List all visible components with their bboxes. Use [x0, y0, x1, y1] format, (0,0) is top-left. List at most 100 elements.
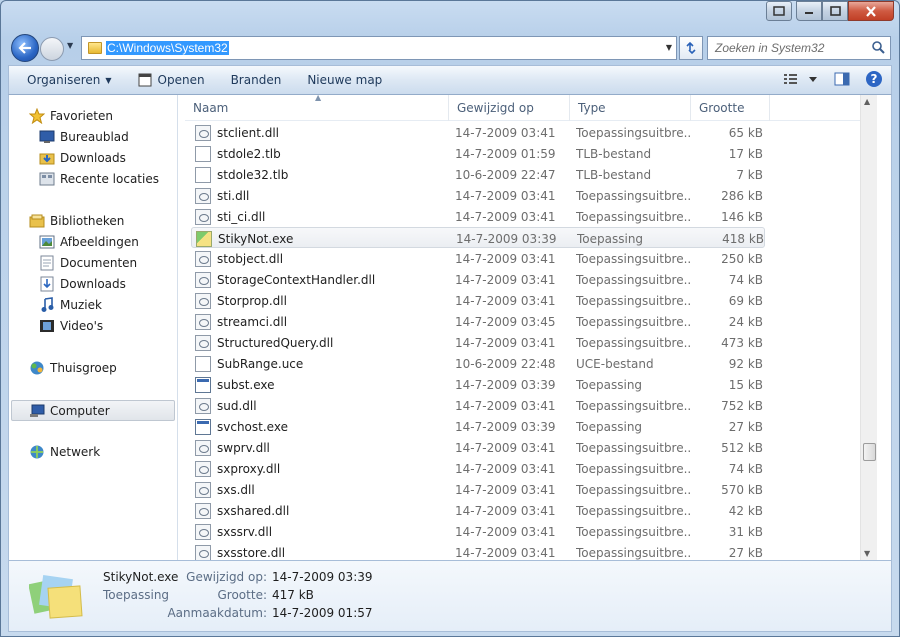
change-view-button[interactable]: [783, 70, 819, 88]
sidebar-network[interactable]: Netwerk: [29, 441, 100, 462]
refresh-button[interactable]: [679, 36, 703, 60]
column-size[interactable]: Grootte: [691, 95, 770, 121]
file-modified: 14-7-2009 03:41: [455, 524, 556, 539]
application-icon: [195, 376, 211, 393]
file-row[interactable]: stdole32.tlb 10-6-2009 22:47 TLB-bestand 7 …: [191, 164, 765, 185]
file-row[interactable]: StikyNot.exe 14-7-2009 03:39 Toepassing 418…: [191, 227, 765, 248]
file-row[interactable]: sti_ci.dll 14-7-2009 03:41 Toepassingsuitb…: [191, 206, 765, 227]
new-folder-button[interactable]: Nieuwe map: [294, 66, 395, 94]
maximize-button[interactable]: [822, 1, 848, 21]
file-row[interactable]: sxshared.dll 14-7-2009 03:41 Toepassingsui…: [191, 500, 765, 521]
sidebar-favorites[interactable]: Favorieten: [29, 105, 113, 126]
sidebar-item-videos[interactable]: Video's: [39, 315, 103, 336]
file-type: Toepassingsuitbre...: [576, 125, 690, 140]
file-row[interactable]: sxproxy.dll 14-7-2009 03:41 Toepassingsuit…: [191, 458, 765, 479]
file-name: StorageContextHandler.dll: [217, 272, 376, 287]
file-row[interactable]: StorageContextHandler.dll 14-7-2009 03:41…: [191, 269, 765, 290]
file-row[interactable]: SubRange.uce 10-6-2009 22:48 UCE-bestand 92…: [191, 353, 765, 374]
dll-file-icon: [195, 292, 211, 309]
sidebar-item-pictures[interactable]: Afbeeldingen: [39, 231, 139, 252]
file-row[interactable]: sud.dll 14-7-2009 03:41 Toepassingsuitbre.…: [191, 395, 765, 416]
file-list: Naam ▲ Gewijzigd op Type Grootte stclien…: [185, 95, 877, 560]
file-size: 752 kB: [721, 398, 763, 413]
file-size: 7 kB: [736, 167, 763, 182]
help-icon: ?: [866, 71, 882, 87]
address-path[interactable]: C:\Windows\System32: [106, 41, 229, 55]
column-modified[interactable]: Gewijzigd op: [449, 95, 570, 121]
chevron-down-icon: ▼: [105, 75, 112, 85]
file-row[interactable]: streamci.dll 14-7-2009 03:45 Toepassingsui…: [191, 311, 765, 332]
sidebar-libraries[interactable]: Bibliotheken: [29, 210, 124, 231]
application-icon: [195, 418, 211, 435]
sidebar-item-documents[interactable]: Documenten: [39, 252, 137, 273]
window-switch-button[interactable]: [766, 1, 792, 21]
search-input[interactable]: Zoeken in System32: [707, 36, 891, 60]
sidebar-item-recent-places[interactable]: Recente locaties: [39, 168, 159, 189]
address-bar[interactable]: C:\Windows\System32 ▼: [81, 36, 677, 60]
minimize-button[interactable]: [796, 1, 822, 21]
address-history-dropdown[interactable]: ▼: [666, 43, 672, 52]
recent-pages-dropdown[interactable]: ▼: [67, 41, 77, 51]
open-button[interactable]: Openen: [125, 66, 218, 94]
file-row[interactable]: Storprop.dll 14-7-2009 03:41 Toepassingsui…: [191, 290, 765, 311]
column-name-label: Naam: [193, 101, 229, 115]
file-size: 74 kB: [728, 461, 763, 476]
file-name: sti.dll: [217, 188, 250, 203]
file-type: Toepassingsuitbre...: [576, 293, 690, 308]
column-type[interactable]: Type: [570, 95, 691, 121]
scroll-thumb[interactable]: [863, 443, 876, 461]
file-row[interactable]: swprv.dll 14-7-2009 03:41 Toepassingsuitbr…: [191, 437, 765, 458]
file-row[interactable]: stdole2.tlb 14-7-2009 01:59 TLB-bestand 17 …: [191, 143, 765, 164]
file-row[interactable]: subst.exe 14-7-2009 03:39 Toepassing 15 kB: [191, 374, 765, 395]
file-modified: 14-7-2009 03:39: [456, 231, 557, 246]
file-modified: 14-7-2009 03:41: [455, 482, 556, 497]
file-row[interactable]: sxs.dll 14-7-2009 03:41 Toepassingsuitbre.…: [191, 479, 765, 500]
close-button[interactable]: [848, 1, 894, 21]
forward-button[interactable]: [40, 37, 64, 61]
documents-icon: [39, 255, 55, 271]
file-type: TLB-bestand: [576, 167, 652, 182]
sidebar-homegroup[interactable]: Thuisgroep: [29, 357, 117, 378]
sidebar-item-label: Documenten: [60, 255, 138, 270]
sidebar-item-desktop[interactable]: Bureaublad: [39, 126, 129, 147]
scroll-down-icon[interactable]: ▼: [864, 549, 870, 558]
file-type: Toepassingsuitbre...: [576, 503, 690, 518]
sidebar-item-downloads[interactable]: Downloads: [39, 147, 126, 168]
scroll-up-icon[interactable]: ▲: [864, 97, 870, 106]
sidebar-computer[interactable]: Computer: [11, 400, 175, 421]
vertical-scrollbar[interactable]: ▲ ▼: [860, 95, 877, 560]
sidebar-item-music[interactable]: Muziek: [39, 294, 102, 315]
file-row[interactable]: StructuredQuery.dll 14-7-2009 03:41 Toepas…: [191, 332, 765, 353]
file-name-cell: sxssrv.dll: [195, 521, 449, 542]
file-row[interactable]: sti.dll 14-7-2009 03:41 Toepassingsuitbre.…: [191, 185, 765, 206]
file-type: Toepassingsuitbre...: [576, 524, 690, 539]
file-row[interactable]: sxsstore.dll 14-7-2009 03:41 Toepassingsui…: [191, 542, 765, 560]
recent-places-icon: [39, 171, 55, 187]
file-name: stobject.dll: [217, 251, 284, 266]
file-row[interactable]: svchost.exe 14-7-2009 03:39 Toepassing 27 k…: [191, 416, 765, 437]
preview-pane-button[interactable]: [833, 70, 851, 88]
detail-size-value: 417 kB: [272, 588, 314, 602]
search-icon[interactable]: [871, 40, 885, 54]
file-row[interactable]: sxssrv.dll 14-7-2009 03:41 Toepassingsuitb…: [191, 521, 765, 542]
file-row[interactable]: stclient.dll 14-7-2009 03:41 Toepassingsui…: [191, 122, 765, 143]
dll-file-icon: [195, 124, 211, 141]
dll-file-icon: [195, 250, 211, 267]
burn-button[interactable]: Branden: [218, 66, 295, 94]
column-name[interactable]: Naam ▲: [185, 95, 449, 121]
detail-created-value: 14-7-2009 01:57: [272, 606, 373, 620]
organize-button[interactable]: Organiseren ▼: [9, 66, 125, 94]
file-type: Toepassingsuitbre...: [576, 482, 690, 497]
desktop-icon: [39, 129, 55, 145]
file-name-cell: sxs.dll: [195, 479, 449, 500]
file-name-cell: StructuredQuery.dll: [195, 332, 449, 353]
column-header: Naam ▲ Gewijzigd op Type Grootte: [185, 95, 877, 121]
sidebar-item-lib-downloads[interactable]: Downloads: [39, 273, 126, 294]
file-row[interactable]: stobject.dll 14-7-2009 03:41 Toepassingsui…: [191, 248, 765, 269]
back-button[interactable]: [11, 34, 39, 62]
help-button[interactable]: ?: [865, 70, 883, 88]
sidebar-item-label: Downloads: [60, 150, 126, 165]
file-name: sti_ci.dll: [217, 209, 266, 224]
main-panes: Favorieten Bureaublad Downloads Recente …: [8, 95, 892, 560]
file-type: Toepassingsuitbre...: [576, 188, 690, 203]
